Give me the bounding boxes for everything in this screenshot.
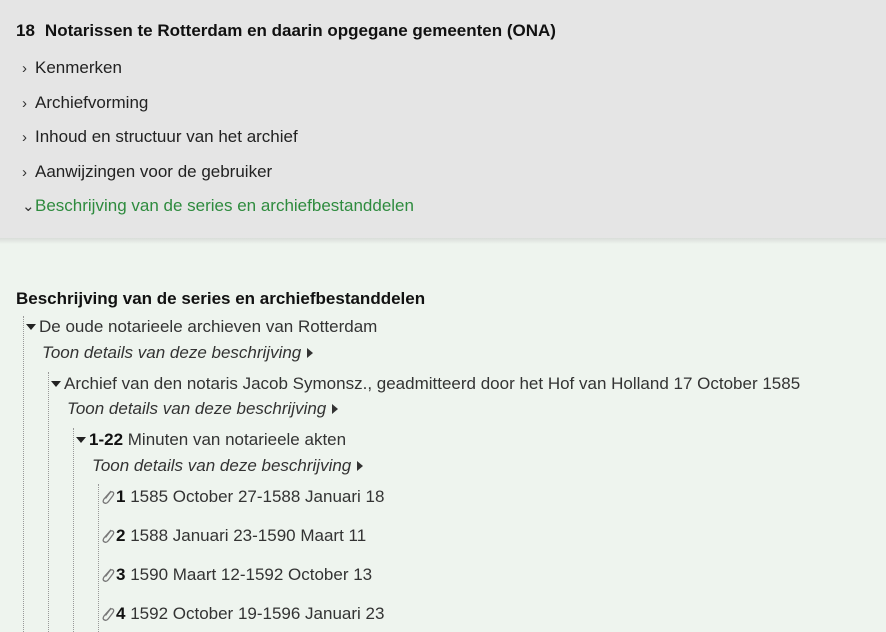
details-label: Toon details van deze beschrijving	[92, 456, 352, 475]
series-code: 1-22	[89, 430, 124, 449]
list-item[interactable]: 3 1590 Maart 12-1592 October 13	[100, 565, 372, 585]
show-details-link[interactable]: Toon details van deze beschrijving	[42, 343, 314, 363]
chevron-right-icon: ›	[22, 164, 27, 181]
list-item[interactable]: 2 1588 Januari 23-1590 Maart 11	[100, 526, 366, 546]
paperclip-icon	[102, 568, 115, 582]
tree-guide-line	[48, 372, 49, 632]
triangle-right-icon	[357, 460, 364, 471]
triangle-down-icon	[51, 380, 61, 387]
triangle-right-icon	[332, 403, 339, 414]
item-date: 1590 Maart 12-1592 October 13	[130, 565, 373, 584]
triangle-down-icon	[76, 436, 86, 443]
item-number: 3	[116, 565, 126, 584]
panel-shadow	[0, 238, 886, 244]
details-label: Toon details van deze beschrijving	[42, 343, 302, 362]
node-label: Archief van den notaris Jacob Symonsz., …	[64, 374, 801, 393]
item-number: 1	[116, 487, 126, 506]
details-label: Toon details van deze beschrijving	[67, 399, 327, 418]
archive-number: 18	[16, 21, 35, 40]
paperclip-icon	[102, 607, 115, 621]
item-number: 4	[116, 604, 126, 623]
list-item[interactable]: 1 1585 October 27-1588 Januari 18	[100, 487, 384, 507]
show-details-link[interactable]: Toon details van deze beschrijving	[67, 399, 339, 419]
item-number: 2	[116, 526, 126, 545]
tree-node-level1[interactable]: De oude notarieele archieven van Rotterd…	[26, 317, 377, 337]
section-link-beschrijving[interactable]: ⌄Beschrijving van de series en archiefbe…	[22, 196, 414, 216]
archive-name: Notarissen te Rotterdam en daarin opgega…	[44, 21, 556, 40]
section-label: Beschrijving van de series en archiefbes…	[35, 196, 414, 215]
section-label: Aanwijzingen voor de gebruiker	[35, 162, 273, 181]
chevron-right-icon: ›	[22, 129, 27, 146]
section-link-aanwijzingen[interactable]: › Aanwijzingen voor de gebruiker	[22, 162, 272, 182]
section-link-inhoud[interactable]: › Inhoud en structuur van het archief	[22, 127, 298, 147]
chevron-right-icon: ›	[22, 60, 27, 77]
section-link-kenmerken[interactable]: › Kenmerken	[22, 58, 122, 78]
triangle-right-icon	[307, 347, 314, 358]
chevron-down-icon: ⌄	[22, 198, 35, 215]
tree-node-level3[interactable]: 1-22 Minuten van notarieele akten	[76, 430, 346, 450]
paperclip-icon	[102, 490, 115, 504]
node-label: De oude notarieele archieven van Rotterd…	[39, 317, 378, 336]
item-date: 1588 Januari 23-1590 Maart 11	[130, 526, 367, 545]
tree-guide-line	[73, 428, 74, 632]
node-label: Minuten van notarieele akten	[127, 430, 347, 449]
list-item[interactable]: 4 1592 October 19-1596 Januari 23	[100, 604, 384, 624]
section-label: Archiefvorming	[35, 93, 149, 112]
section-link-archiefvorming[interactable]: › Archiefvorming	[22, 93, 148, 113]
chevron-right-icon: ›	[22, 95, 27, 112]
triangle-down-icon	[26, 323, 36, 330]
section-label: Kenmerken	[35, 58, 122, 77]
item-date: 1585 October 27-1588 Januari 18	[130, 487, 385, 506]
paperclip-icon	[102, 529, 115, 543]
item-date: 1592 October 19-1596 Januari 23	[130, 604, 385, 623]
tree-guide-line	[23, 316, 24, 632]
archive-title: 18 Notarissen te Rotterdam en daarin opge…	[16, 21, 556, 41]
section-label: Inhoud en structuur van het archief	[35, 127, 298, 146]
page-title: Beschrijving van de series en archiefbes…	[16, 289, 426, 308]
tree-guide-line	[98, 484, 99, 632]
show-details-link[interactable]: Toon details van deze beschrijving	[92, 456, 364, 476]
tree-node-level2[interactable]: Archief van den notaris Jacob Symonsz., …	[51, 374, 800, 394]
